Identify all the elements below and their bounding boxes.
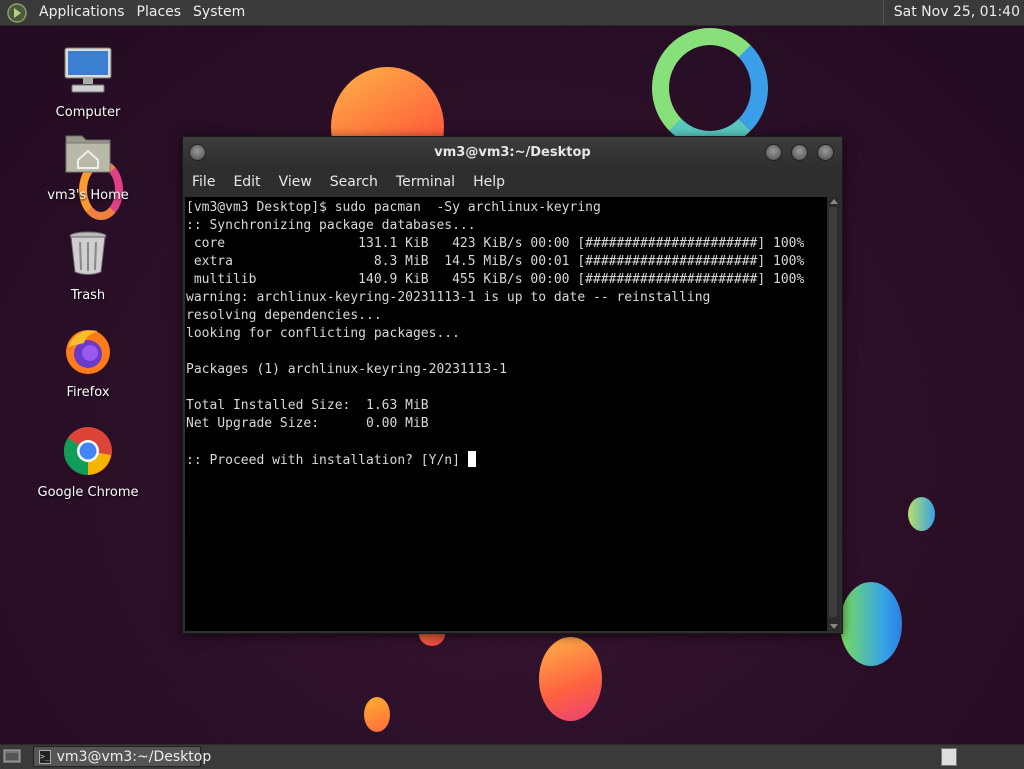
terminal-prompt-line: :: Proceed with installation? [Y/n] <box>186 453 468 468</box>
menu-edit[interactable]: Edit <box>224 174 269 190</box>
terminal-line: resolving dependencies... <box>186 308 382 323</box>
close-button[interactable] <box>817 144 834 161</box>
desktop-icon-label: vm3's Home <box>47 188 129 203</box>
terminal-line: looking for conflicting packages... <box>186 326 460 341</box>
chrome-icon <box>63 427 112 476</box>
menu-search[interactable]: Search <box>321 174 387 190</box>
show-desktop-icon[interactable] <box>3 748 21 764</box>
wallpaper-orange-blob-2 <box>364 697 390 732</box>
wallpaper-orange-blob-1 <box>539 637 602 721</box>
terminal-line: Total Installed Size: 1.63 MiB <box>186 398 429 413</box>
distro-logo-icon[interactable] <box>7 2 27 23</box>
terminal-cursor <box>467 451 476 467</box>
taskbar-terminal-button[interactable]: >_ vm3@vm3:~/Desktop <box>33 746 211 767</box>
firefox-icon <box>66 330 110 374</box>
wallpaper-ring <box>652 28 768 148</box>
menu-file[interactable]: File <box>183 174 224 190</box>
maximize-button[interactable] <box>791 144 808 161</box>
terminal-line: :: Synchronizing package databases... <box>186 218 476 233</box>
wallpaper-blue-green-circle <box>840 582 902 666</box>
terminal-icon: >_ <box>39 749 51 764</box>
terminal-text: [vm3@vm3 Desktop]$ sudo pacman -Sy archl… <box>185 197 827 470</box>
desktop-icon-computer[interactable]: Computer <box>33 45 143 120</box>
menu-help[interactable]: Help <box>464 174 514 190</box>
menu-terminal[interactable]: Terminal <box>387 174 464 190</box>
terminal-line: extra 8.3 MiB 14.5 MiB/s 00:01 [########… <box>186 254 805 269</box>
applications-menu[interactable]: Applications <box>33 0 131 25</box>
places-menu[interactable]: Places <box>131 0 188 25</box>
terminal-line: [vm3@vm3 Desktop]$ sudo pacman -Sy archl… <box>186 200 601 215</box>
bottom-panel: >_ vm3@vm3:~/Desktop <box>0 744 1024 769</box>
terminal-window[interactable]: vm3@vm3:~/Desktop File Edit View Search … <box>182 136 843 634</box>
terminal-line: core 131.1 KiB 423 KiB/s 00:00 [########… <box>186 236 805 251</box>
terminal-line: warning: archlinux-keyring-20231113-1 is… <box>186 290 711 305</box>
scrollbar-thumb[interactable] <box>829 207 837 617</box>
home-folder-icon <box>65 135 111 173</box>
menu-view[interactable]: View <box>270 174 321 190</box>
trash-icon <box>69 231 107 275</box>
scroll-down-arrow-icon[interactable] <box>830 624 838 629</box>
system-menu[interactable]: System <box>187 0 251 25</box>
desktop-icon-label: Trash <box>70 288 106 303</box>
top-panel: Applications Places System Sat Nov 25, 0… <box>0 0 1024 26</box>
desktop-icon-label: Computer <box>55 105 121 120</box>
desktop-icon-chrome[interactable]: Google Chrome <box>33 425 143 500</box>
workspace-switcher[interactable] <box>941 748 957 766</box>
terminal-output[interactable]: [vm3@vm3 Desktop]$ sudo pacman -Sy archl… <box>185 197 827 631</box>
scroll-up-arrow-icon[interactable] <box>830 199 838 204</box>
minimize-button[interactable] <box>765 144 782 161</box>
terminal-line: Net Upgrade Size: 0.00 MiB <box>186 416 429 431</box>
computer-icon <box>64 47 112 93</box>
window-titlebar[interactable]: vm3@vm3:~/Desktop <box>183 137 842 167</box>
taskbar-button-label: vm3@vm3:~/Desktop <box>56 748 212 765</box>
desktop-icon-label: Google Chrome <box>37 485 139 500</box>
terminal-line: multilib 140.9 KiB 455 KiB/s 00:00 [####… <box>186 272 805 287</box>
clock[interactable]: Sat Nov 25, 01:40 <box>882 0 1020 25</box>
desktop-icon-firefox[interactable]: Firefox <box>33 325 143 400</box>
terminal-line: Packages (1) archlinux-keyring-20231113-… <box>186 362 507 377</box>
terminal-scrollbar[interactable] <box>827 197 840 631</box>
desktop-icon-label: Firefox <box>66 385 110 400</box>
window-menubar: File Edit View Search Terminal Help <box>183 167 842 197</box>
desktop-icon-trash[interactable]: Trash <box>33 228 143 303</box>
window-title: vm3@vm3:~/Desktop <box>434 145 591 160</box>
wallpaper-blue-green-blob <box>908 497 935 531</box>
desktop-icon-home[interactable]: vm3's Home <box>33 128 143 203</box>
